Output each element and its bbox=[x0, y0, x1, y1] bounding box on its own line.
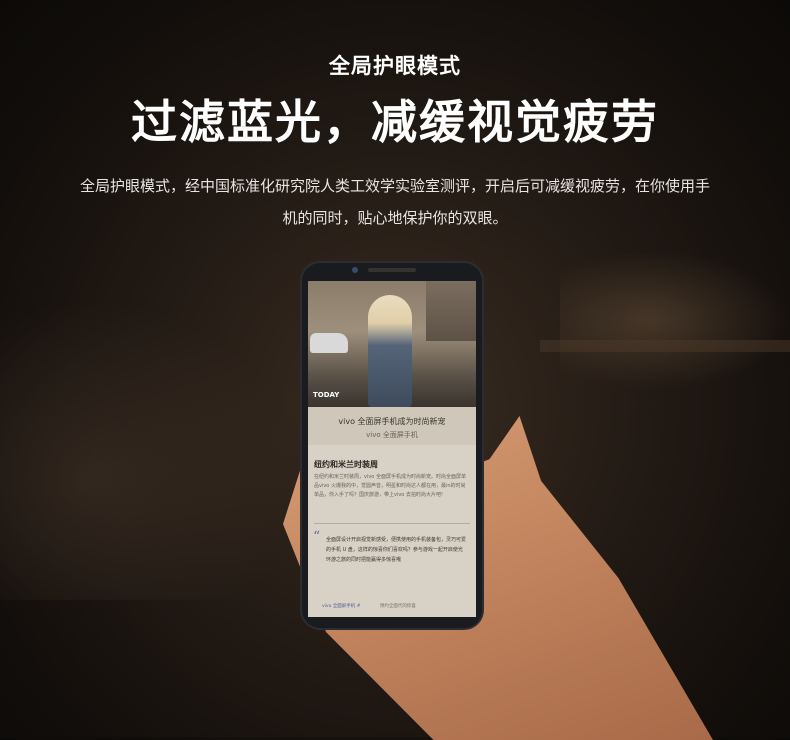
quote-body: 全面屏设计开启视觉新感受，便携使用的手机装备包，灵巧可爱的手机 U 盘，这样的惊… bbox=[326, 537, 467, 563]
quote-tag-link[interactable]: vivo 全面屏手机 # bbox=[322, 604, 360, 609]
phone-screen: TODAY vivo 全面屏手机成为时尚新宠 vivo 全面屏手机 纽约和米兰时… bbox=[308, 281, 476, 617]
article-photo[interactable]: TODAY bbox=[308, 281, 476, 407]
speaker-grille bbox=[368, 268, 416, 272]
phone-device: TODAY vivo 全面屏手机成为时尚新宠 vivo 全面屏手机 纽约和米兰时… bbox=[302, 263, 482, 628]
photo-building bbox=[426, 281, 476, 341]
quote-meta: 预约全面代的惊喜 bbox=[379, 604, 416, 609]
card-title-block[interactable]: vivo 全面屏手机成为时尚新宠 vivo 全面屏手机 bbox=[308, 407, 476, 445]
header-title: 过滤蓝光，减缓视觉疲劳 bbox=[131, 95, 659, 149]
background-lamp-glow bbox=[560, 250, 790, 390]
camera-icon bbox=[352, 267, 358, 273]
quote-footer: vivo 全面屏手机 # 预约全面代的惊喜 bbox=[322, 603, 472, 609]
divider bbox=[314, 523, 470, 524]
quote-icon: “ bbox=[313, 529, 321, 545]
photo-car bbox=[310, 333, 348, 353]
photo-person bbox=[368, 295, 412, 407]
photo-label: TODAY bbox=[313, 391, 340, 399]
card-title: vivo 全面屏手机成为时尚新宠 bbox=[338, 417, 446, 426]
background-sofa bbox=[0, 300, 300, 600]
header-description: 全局护眼模式，经中国标准化研究院人类工效学实验室测评，开启后可减缓视疲劳，在你使… bbox=[80, 177, 711, 227]
header-subtitle: 全局护眼模式 bbox=[329, 54, 461, 78]
article-body: 在纽约和米兰时装周，vivo 全面屏手机成为时尚新宠。时尚全面屏单品vivo 火… bbox=[314, 474, 466, 498]
card-subtitle: vivo 全面屏手机 bbox=[366, 431, 418, 439]
background-table bbox=[540, 340, 790, 352]
article-title: 纽约和米兰时装周 bbox=[314, 460, 378, 469]
